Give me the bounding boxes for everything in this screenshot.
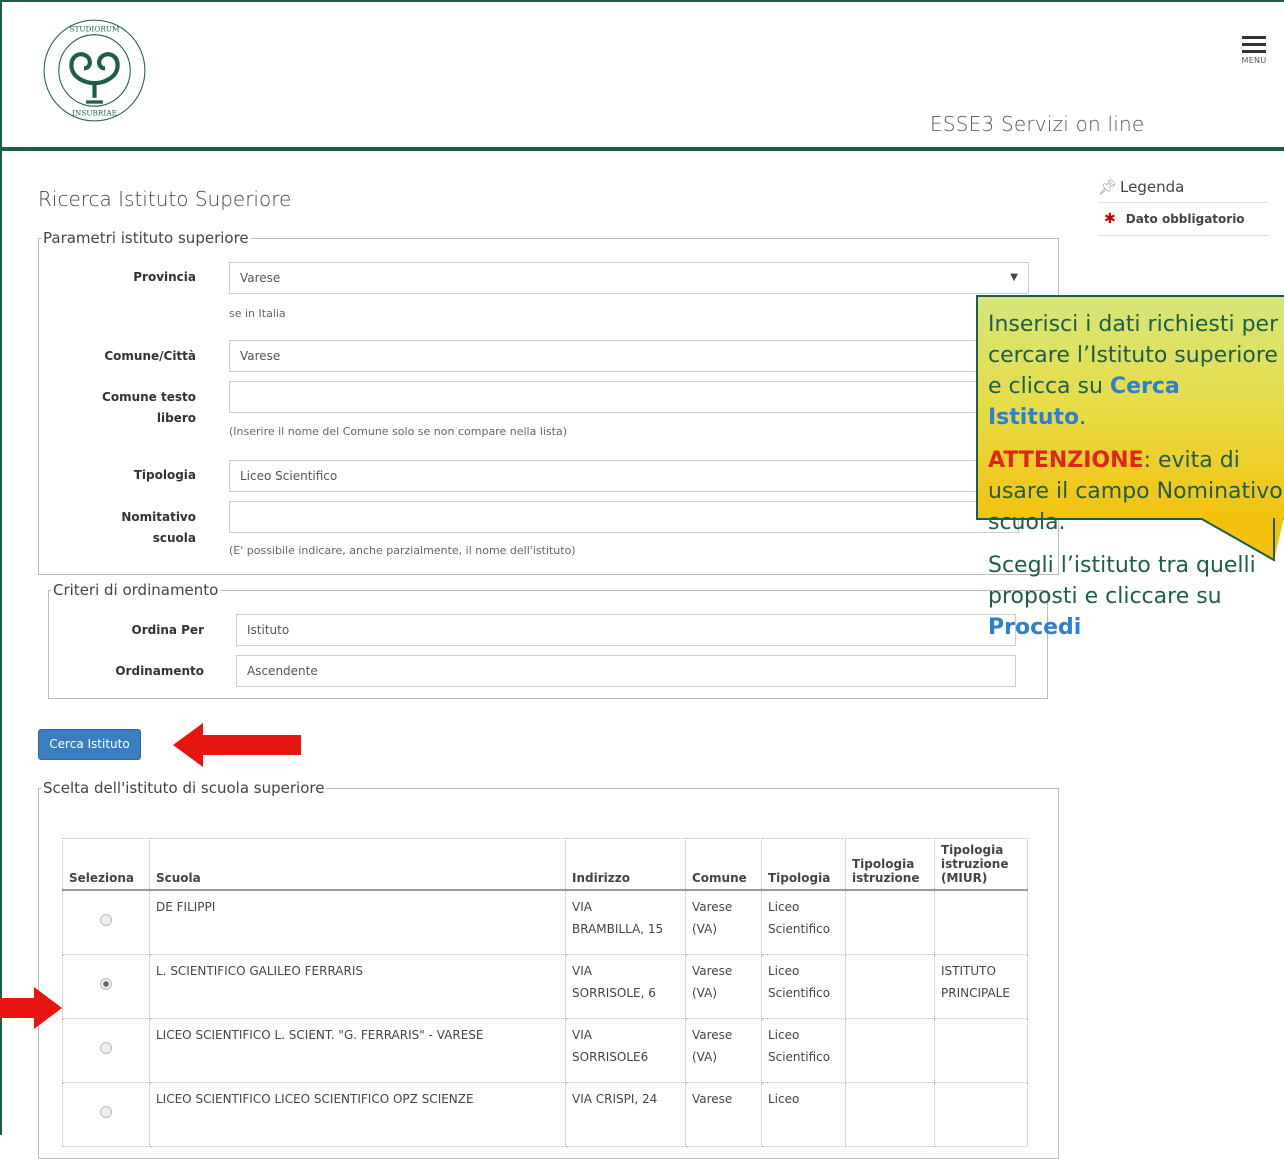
nominativo-hint: (E' possibile indicare, anche parzialmen… (229, 544, 576, 557)
cell-comune: Varese (VA) (685, 1017, 762, 1083)
cell-tipologia: Liceo (761, 1081, 846, 1147)
callout-tail-icon (1200, 518, 1284, 562)
provincia-hint: se in Italia (229, 307, 286, 320)
cell-scuola: LICEO SCIENTIFICO LICEO SCIENTIFICO OPZ … (149, 1081, 566, 1147)
comune-libero-hint: (Inserire il nome del Comune solo se non… (229, 425, 568, 438)
ordinamento-select[interactable]: Ascendente (236, 655, 1016, 687)
school-radio[interactable] (100, 1106, 112, 1118)
instruction-callout: Inserisci i dati richiesti per cercare l… (976, 295, 1284, 640)
scelta-legend: Scelta dell'istituto di scuola superiore (43, 779, 325, 797)
school-radio[interactable] (100, 914, 112, 927)
app-title: ESSE3 Servizi on line (930, 112, 1145, 136)
cell-scuola: DE FILIPPI (149, 889, 566, 955)
provincia-select[interactable]: Varese ▼ (229, 262, 1029, 294)
col-scuola: Scuola (149, 838, 566, 891)
table-header-row: Seleziona Scuola Indirizzo Comune Tipolo… (62, 838, 1028, 891)
cell-tipologia-istruzione (845, 1017, 935, 1083)
svg-text:STUDIORUM: STUDIORUM (69, 25, 120, 34)
ordina-per-label: Ordina Per (131, 623, 205, 637)
cell-indirizzo: VIA SORRISOLE, 6 (565, 953, 686, 1019)
cell-indirizzo: VIA SORRISOLE6 (565, 1017, 686, 1083)
cell-tipologia-istruzione (845, 889, 935, 955)
table-row[interactable]: DE FILIPPI VIA BRAMBILLA, 15 Varese (VA) L… (62, 889, 1028, 955)
page-title: Ricerca Istituto Superiore (38, 187, 292, 211)
red-arrow-icon (173, 723, 301, 767)
nominativo-label: Nomitativo scuola (121, 510, 196, 545)
red-arrow-right-icon (0, 987, 62, 1029)
col-comune: Comune (685, 838, 762, 891)
svg-text:INSUBRIAE: INSUBRIAE (72, 109, 117, 118)
cell-tipologia-istruzione (845, 953, 935, 1019)
tipologia-select[interactable]: Liceo Scientifico (229, 460, 1019, 492)
comune-label: Comune/Città (104, 349, 196, 363)
university-logo: STUDIORUM INSUBRIAE (43, 19, 146, 122)
school-radio[interactable] (100, 1042, 112, 1054)
legend-panel: 📌︎ Legenda ✱ Dato obbligatorio (1098, 176, 1268, 236)
col-seleziona: Seleziona (62, 838, 150, 891)
ordinamento-label: Ordinamento (115, 664, 204, 678)
callout-procedi-link: Procedi (988, 615, 1082, 640)
cell-indirizzo: VIA CRISPI, 24 (565, 1081, 686, 1147)
cell-miur (934, 889, 1028, 955)
cell-scuola: LICEO SCIENTIFICO L. SCIENT. "G. FERRARI… (149, 1017, 566, 1083)
criteri-legend: Criteri di ordinamento (53, 581, 219, 599)
comune-libero-input[interactable] (229, 381, 1019, 413)
nominativo-input[interactable] (229, 501, 1019, 533)
pin-icon: 📌︎ (1098, 178, 1118, 196)
callout-warning: ATTENZIONE (988, 448, 1144, 473)
cell-tipologia: Liceo Scientifico (761, 889, 846, 955)
ordina-per-select[interactable]: Istituto (236, 614, 1016, 646)
cell-tipologia: Liceo Scientifico (761, 953, 846, 1019)
col-indirizzo: Indirizzo (565, 838, 686, 891)
table-row[interactable]: LICEO SCIENTIFICO LICEO SCIENTIFICO OPZ … (62, 1081, 1028, 1147)
parametri-legend: Parametri istituto superiore (43, 229, 249, 247)
cell-comune: Varese (VA) (685, 889, 762, 955)
cell-tipologia: Liceo Scientifico (761, 1017, 846, 1083)
cell-miur: ISTITUTO PRINCIPALE (934, 953, 1028, 1019)
comune-libero-label: Comune testo libero (102, 390, 196, 425)
col-tipologia-istruzione: Tipologia istruzione (845, 838, 935, 891)
cell-comune: Varese (VA) (685, 953, 762, 1019)
cell-scuola: L. SCIENTIFICO GALILEO FERRARIS (149, 953, 566, 1019)
provincia-label: Provincia (133, 270, 196, 284)
cell-comune: Varese (685, 1081, 762, 1147)
table-row[interactable]: L. SCIENTIFICO GALILEO FERRARIS VIA SORRI… (62, 953, 1028, 1019)
school-radio-selected[interactable] (100, 978, 112, 990)
header: STUDIORUM INSUBRIAE MENU ESSE3 Servizi o… (2, 2, 1284, 151)
chevron-down-icon: ▼ (1010, 272, 1018, 283)
table-row[interactable]: LICEO SCIENTIFICO L. SCIENT. "G. FERRARI… (62, 1017, 1028, 1083)
cell-miur (934, 1081, 1028, 1147)
menu-label: MENU (1241, 56, 1267, 65)
col-tipologia-miur: Tipologia istruzione (MIUR) (934, 838, 1028, 891)
tipologia-label: Tipologia (133, 468, 196, 482)
hamburger-icon (1242, 36, 1266, 39)
results-table: Seleziona Scuola Indirizzo Comune Tipolo… (62, 838, 1028, 1147)
cerca-istituto-button[interactable]: Cerca Istituto (38, 729, 141, 760)
legend-required-text: Dato obbligatorio (1125, 212, 1245, 226)
col-tipologia: Tipologia (761, 838, 846, 891)
legend-title: Legenda (1120, 178, 1185, 196)
menu-button[interactable]: MENU (1234, 32, 1274, 76)
required-star-icon: ✱ (1104, 211, 1116, 227)
cell-indirizzo: VIA BRAMBILLA, 15 (565, 889, 686, 955)
cell-tipologia-istruzione (845, 1081, 935, 1147)
comune-select[interactable]: Varese (229, 340, 1019, 372)
cell-miur (934, 1017, 1028, 1083)
